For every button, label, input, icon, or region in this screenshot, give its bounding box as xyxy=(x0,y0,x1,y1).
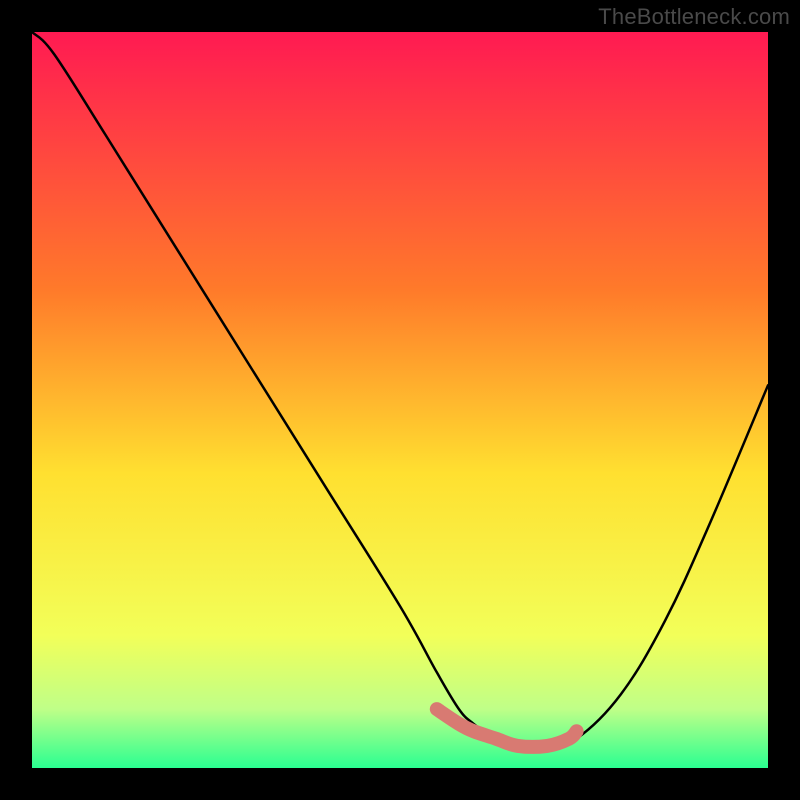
plot-background xyxy=(32,32,768,768)
watermark-text: TheBottleneck.com xyxy=(598,4,790,30)
chart-frame: TheBottleneck.com xyxy=(0,0,800,800)
chart-svg xyxy=(0,0,800,800)
